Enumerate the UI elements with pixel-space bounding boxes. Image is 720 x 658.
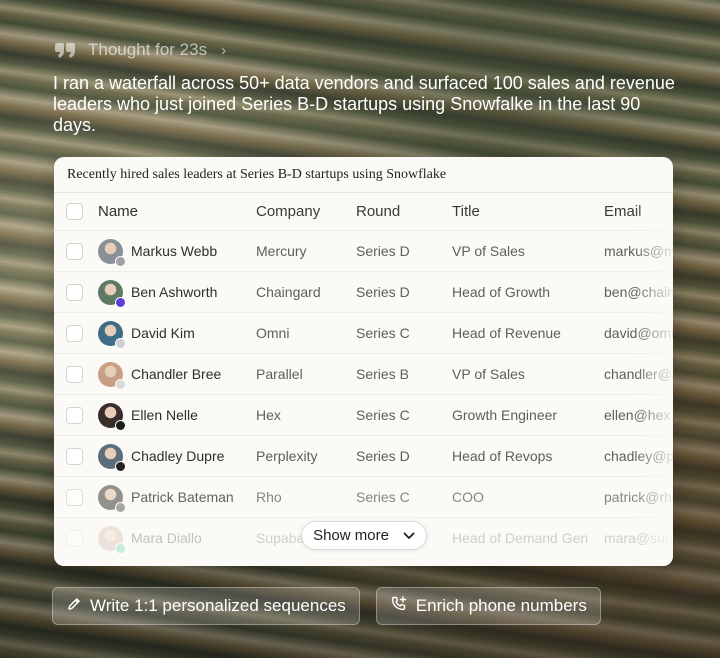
- avatar: [98, 361, 126, 390]
- person-name: Chandler Bree: [131, 366, 222, 382]
- company-badge-icon: [115, 419, 126, 431]
- row-checkbox[interactable]: [66, 242, 83, 260]
- table-row[interactable]: Chandler Bree Parallel Series B VP of Sa…: [54, 354, 673, 395]
- assistant-message: I ran a waterfall across 50+ data vendor…: [53, 73, 675, 135]
- title-cell: Head of Growth: [452, 284, 551, 300]
- column-header-company[interactable]: Company: [256, 193, 352, 230]
- enrich-phone-label: Enrich phone numbers: [415, 596, 587, 615]
- row-checkbox[interactable]: [66, 447, 83, 465]
- person-name: Ellen Nelle: [131, 407, 198, 423]
- company-cell: Rho: [256, 489, 282, 505]
- avatar: [98, 238, 126, 267]
- suggested-actions: Write 1:1 personalized sequences Enrich …: [52, 587, 601, 625]
- avatar: [98, 320, 126, 349]
- row-checkbox[interactable]: [66, 283, 83, 301]
- title-cell: Growth Engineer: [452, 407, 558, 423]
- company-cell: Chaingard: [256, 284, 321, 300]
- show-more-button[interactable]: Show more: [301, 521, 427, 550]
- row-checkbox[interactable]: [66, 406, 83, 424]
- company-cell: Omni: [256, 325, 290, 341]
- title-cell: Head of Revops: [452, 448, 553, 464]
- round-cell: Series D: [356, 243, 410, 259]
- person-name: David Kim: [131, 325, 195, 341]
- thought-label: Thought for 23s: [88, 40, 208, 59]
- company-badge-icon: [115, 501, 126, 513]
- person-name: Patrick Bateman: [131, 489, 234, 505]
- avatar: [98, 525, 126, 554]
- avatar: [98, 443, 126, 472]
- company-badge-icon: [115, 337, 126, 349]
- round-cell: Series C: [356, 489, 410, 505]
- phone-plus-icon: [390, 595, 408, 618]
- select-all-checkbox[interactable]: [66, 203, 83, 220]
- column-header-name[interactable]: Name: [98, 193, 248, 230]
- round-cell: Series B: [356, 366, 409, 382]
- company-cell: Hex: [256, 407, 281, 423]
- person-name: Mara Diallo: [131, 530, 202, 546]
- round-cell: Series D: [356, 284, 410, 300]
- company-cell: Parallel: [256, 366, 303, 382]
- round-cell: Series D: [356, 448, 410, 464]
- round-cell: Series C: [356, 325, 410, 341]
- write-sequences-button[interactable]: Write 1:1 personalized sequences: [52, 587, 360, 625]
- company-badge-icon: [115, 296, 126, 308]
- avatar: [98, 402, 126, 431]
- person-name: Ben Ashworth: [131, 284, 218, 300]
- table-row[interactable]: Patrick Bateman Rho Series C COO patrick…: [54, 477, 673, 518]
- table-header-row: Name Company Round Title Email: [54, 193, 673, 231]
- person-name: Markus Webb: [131, 243, 218, 259]
- results-table-card: Recently hired sales leaders at Series B…: [54, 157, 673, 566]
- round-cell: Series C: [356, 407, 410, 423]
- title-cell: VP of Sales: [452, 366, 525, 382]
- company-cell: Perplexity: [256, 448, 318, 464]
- column-header-title[interactable]: Title: [452, 193, 602, 230]
- company-badge-icon: [115, 542, 126, 554]
- company-badge-icon: [115, 255, 126, 267]
- scroll-fade-right: [633, 193, 673, 566]
- title-cell: VP of Sales: [452, 243, 525, 259]
- avatar: [98, 279, 126, 308]
- title-cell: COO: [452, 489, 484, 505]
- table-title: Recently hired sales leaders at Series B…: [54, 157, 673, 193]
- title-cell: Head of Revenue: [452, 325, 561, 341]
- avatar: [98, 484, 126, 513]
- company-badge-icon: [115, 460, 126, 472]
- table-row[interactable]: Markus Webb Mercury Series D VP of Sales…: [54, 231, 673, 272]
- table-row[interactable]: Ben Ashworth Chaingard Series D Head of …: [54, 272, 673, 313]
- row-checkbox[interactable]: [66, 324, 83, 342]
- row-checkbox[interactable]: [66, 529, 83, 547]
- thought-toggle[interactable]: Thought for 23s ›: [54, 40, 226, 60]
- table-row[interactable]: David Kim Omni Series C Head of Revenue …: [54, 313, 673, 354]
- column-header-round[interactable]: Round: [356, 193, 446, 230]
- thinking-logo-icon: [54, 42, 76, 59]
- show-more-label: Show more: [313, 527, 389, 544]
- person-name: Chadley Dupre: [131, 448, 225, 464]
- table-row[interactable]: Chadley Dupre Perplexity Series D Head o…: [54, 436, 673, 477]
- pencil-icon: [66, 596, 82, 617]
- title-cell: Head of Demand Gen: [452, 530, 589, 546]
- company-cell: Mercury: [256, 243, 307, 259]
- company-badge-icon: [115, 378, 126, 390]
- row-checkbox[interactable]: [66, 488, 83, 506]
- enrich-phone-button[interactable]: Enrich phone numbers: [375, 587, 601, 625]
- write-sequences-label: Write 1:1 personalized sequences: [90, 596, 346, 615]
- chevron-down-icon: [403, 527, 415, 544]
- row-checkbox[interactable]: [66, 365, 83, 383]
- table-row[interactable]: Ellen Nelle Hex Series C Growth Engineer…: [54, 395, 673, 436]
- chevron-right-icon: ›: [221, 41, 227, 59]
